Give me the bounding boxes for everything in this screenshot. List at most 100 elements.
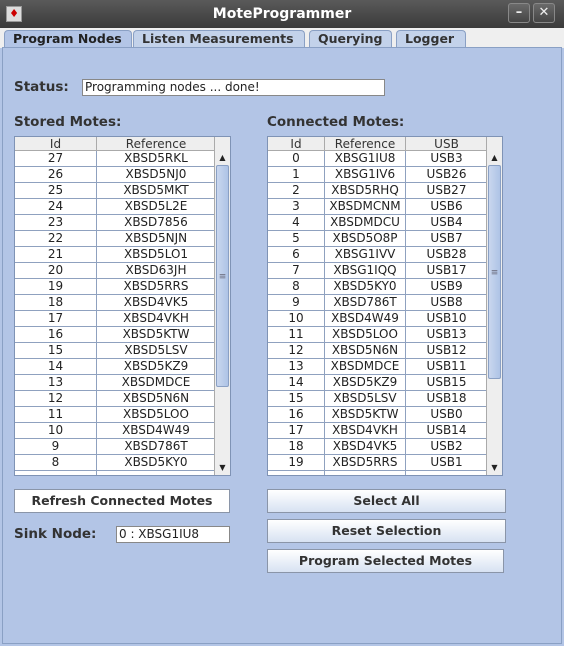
column-header-id[interactable]: Id (15, 137, 97, 151)
table-row[interactable]: 25 XBSD5MKT (15, 183, 230, 199)
table-row[interactable]: 2 XBSD5RHQ USB27 (268, 183, 502, 199)
table-row[interactable]: 1 XBSG1IV6 USB26 (268, 167, 502, 183)
table-cell: USB13 (406, 327, 488, 343)
tab-querying[interactable]: Querying (309, 30, 392, 48)
table-cell: 0 (268, 151, 325, 167)
table-cell: USB0 (406, 407, 488, 423)
table-row[interactable]: 3 XBSDMCNM USB6 (268, 199, 502, 215)
scroll-down-icon[interactable]: ▼ (215, 461, 230, 475)
table-cell: XBSD5L2E (97, 199, 216, 215)
table-row[interactable]: 0 XBSG1IU8 USB3 (268, 151, 502, 167)
table-cell: XBSD4VK5 (325, 439, 406, 455)
table-row[interactable]: 13 XBSDMDCE (15, 375, 230, 391)
tab-listen-measurements[interactable]: Listen Measurements (133, 30, 305, 48)
stored-motes-table[interactable]: Id Reference 27 XBSD5RKL 26 XBSD5NJ0 25 XBSD5M… (14, 136, 231, 476)
table-row[interactable]: 14 XBSD5KZ9 (15, 359, 230, 375)
table-cell: 26 (15, 167, 97, 183)
scroll-down-icon[interactable]: ▼ (487, 461, 502, 475)
table-row[interactable]: 6 XBSG1IVV USB28 (268, 247, 502, 263)
table-cell: XBSD5LOO (325, 327, 406, 343)
table-cell: 27 (15, 151, 97, 167)
table-cell: 18 (15, 295, 97, 311)
table-row[interactable]: 24 XBSD5L2E (15, 199, 230, 215)
table-cell: 12 (15, 391, 97, 407)
table-row[interactable]: 26 XBSD5NJ0 (15, 167, 230, 183)
table-cell: 20 (15, 263, 97, 279)
column-header-reference[interactable]: Reference (97, 137, 216, 151)
table-cell: 9 (15, 439, 97, 455)
tab-logger[interactable]: Logger (396, 30, 466, 48)
table-cell: XBSD5RKL (97, 151, 216, 167)
table-row[interactable]: 16 XBSD5KTW USB0 (268, 407, 502, 423)
table-cell: XBSD7856 (97, 215, 216, 231)
table-cell: 22 (15, 231, 97, 247)
close-button[interactable]: ✕ (533, 3, 555, 23)
tab-program-nodes[interactable]: Program Nodes (4, 30, 132, 48)
table-row[interactable]: 11 XBSD5LOO USB13 (268, 327, 502, 343)
table-cell: XBSD5RHQ (325, 183, 406, 199)
minimize-button[interactable]: – (508, 3, 530, 23)
table-row[interactable]: 13 XBSDMDCE USB11 (268, 359, 502, 375)
table-row[interactable]: 10 XBSD4W49 USB10 (268, 311, 502, 327)
scroll-up-icon[interactable]: ▲ (215, 151, 230, 165)
table-row[interactable]: 12 XBSD5N6N (15, 391, 230, 407)
table-cell: XBSD5RRS (97, 279, 216, 295)
table-cell: 6 (268, 247, 325, 263)
table-row[interactable]: 17 XBSD4VKH (15, 311, 230, 327)
connected-scrollbar[interactable]: ▲ ≡ ▼ (486, 137, 502, 475)
table-cell: USB11 (406, 359, 488, 375)
table-row[interactable]: 7 XBSG1IQQ USB17 (268, 263, 502, 279)
refresh-connected-motes-button[interactable]: Refresh Connected Motes (14, 489, 230, 513)
table-row[interactable]: 8 XBSD5KY0 USB9 (268, 279, 502, 295)
table-row[interactable]: 17 XBSD4VKH USB14 (268, 423, 502, 439)
table-cell: XBSD5KY0 (325, 279, 406, 295)
table-row[interactable]: 21 XBSD5LO1 (15, 247, 230, 263)
table-row[interactable]: 20 XBSD63JH (15, 263, 230, 279)
table-cell: USB2 (406, 439, 488, 455)
app-icon: ♦ (6, 6, 22, 22)
table-row[interactable]: 12 XBSD5N6N USB12 (268, 343, 502, 359)
table-cell: 10 (15, 423, 97, 439)
connected-motes-table[interactable]: Id Reference USB 0 XBSG1IU8 USB3 1 XBSG1IV6 USB… (267, 136, 503, 476)
program-selected-motes-button[interactable]: Program Selected Motes (267, 549, 504, 573)
table-row[interactable]: 19 XBSD5RRS (15, 279, 230, 295)
table-row[interactable]: 27 XBSD5RKL (15, 151, 230, 167)
table-row[interactable] (268, 471, 502, 475)
table-cell: USB6 (406, 199, 488, 215)
table-row[interactable]: 9 XBSD786T USB8 (268, 295, 502, 311)
column-header-usb[interactable]: USB (406, 137, 488, 151)
table-cell: 14 (268, 375, 325, 391)
table-cell: 13 (15, 375, 97, 391)
table-cell: XBSD5NJN (97, 231, 216, 247)
table-cell: 17 (268, 423, 325, 439)
select-all-button[interactable]: Select All (267, 489, 506, 513)
scroll-up-icon[interactable]: ▲ (487, 151, 502, 165)
table-row[interactable]: 18 XBSD4VK5 USB2 (268, 439, 502, 455)
table-row[interactable]: 11 XBSD5LOO (15, 407, 230, 423)
table-cell: XBSD4W49 (97, 423, 216, 439)
table-row[interactable]: 16 XBSD5KTW (15, 327, 230, 343)
table-row[interactable]: 22 XBSD5NJN (15, 231, 230, 247)
sink-node-field[interactable]: 0 : XBSG1IU8 (116, 526, 230, 543)
table-row[interactable]: 18 XBSD4VK5 (15, 295, 230, 311)
table-row[interactable]: 9 XBSD786T (15, 439, 230, 455)
table-row[interactable]: 14 XBSD5KZ9 USB15 (268, 375, 502, 391)
column-header-reference[interactable]: Reference (325, 137, 406, 151)
table-row[interactable]: 15 XBSD5LSV USB18 (268, 391, 502, 407)
table-row[interactable]: 8 XBSD5KY0 (15, 455, 230, 471)
reset-selection-button[interactable]: Reset Selection (267, 519, 506, 543)
scroll-thumb[interactable]: ≡ (488, 165, 501, 379)
table-cell: 8 (268, 279, 325, 295)
scroll-thumb[interactable]: ≡ (216, 165, 229, 387)
table-row[interactable]: 23 XBSD7856 (15, 215, 230, 231)
table-cell: XBSG1IV6 (325, 167, 406, 183)
table-row[interactable]: 5 XBSD5O8P USB7 (268, 231, 502, 247)
table-row[interactable]: 19 XBSD5RRS USB1 (268, 455, 502, 471)
table-cell: 25 (15, 183, 97, 199)
stored-scrollbar[interactable]: ▲ ≡ ▼ (214, 137, 230, 475)
table-row[interactable]: 10 XBSD4W49 (15, 423, 230, 439)
table-row[interactable]: 4 XBSDMDCU USB4 (268, 215, 502, 231)
column-header-id[interactable]: Id (268, 137, 325, 151)
table-row[interactable] (15, 471, 230, 475)
table-row[interactable]: 15 XBSD5LSV (15, 343, 230, 359)
